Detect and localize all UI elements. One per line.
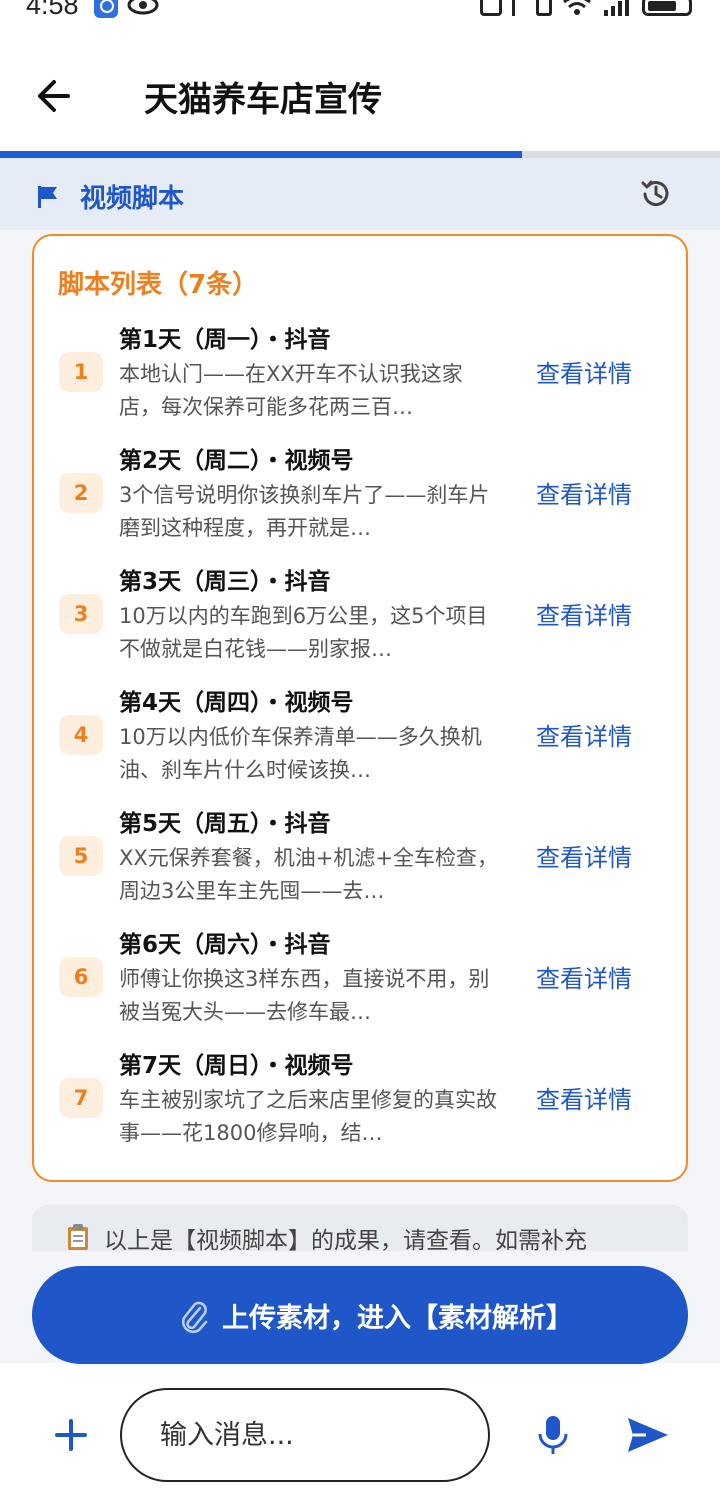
item-description: 10万以内低价车保养清单——多久换机油、刹车片什么时候该换…	[119, 725, 482, 782]
signal-icon	[604, 0, 629, 16]
vibrate-icon	[536, 0, 552, 16]
history-icon[interactable]	[638, 176, 674, 212]
clipboard-icon	[68, 1224, 88, 1250]
script-list: 1 第1天（周一）・抖音 本地认门——在XX开车不认识我这家店，每次保养可能多花…	[34, 320, 686, 1167]
item-number-badge: 2	[59, 473, 103, 513]
progress-fill	[0, 151, 522, 158]
view-details-link[interactable]: 查看详情	[536, 354, 632, 389]
paperclip-icon	[182, 1301, 208, 1334]
item-number-badge: 1	[59, 352, 103, 392]
back-arrow-icon[interactable]	[30, 70, 82, 122]
upload-button-label: 上传素材，进入【素材解析】	[222, 1303, 573, 1334]
item-heading: 第1天（周一）・抖音	[119, 327, 331, 353]
script-item: 2 第2天（周二）・视频号 3个信号说明你该换刹车片了——刹车片磨到这种程度，再…	[34, 441, 686, 562]
top-app-bar: 天猫养车店宣传	[0, 44, 720, 148]
plus-icon[interactable]	[52, 1416, 90, 1454]
item-heading: 第3天（周三）・抖音	[119, 569, 331, 595]
send-icon[interactable]	[626, 1416, 670, 1454]
item-number-badge: 4	[59, 715, 103, 755]
script-item: 3 第3天（周三）・抖音 10万以内的车跑到6万公里，这5个项目不做就是白花钱—…	[34, 562, 686, 683]
script-item: 5 第5天（周五）・抖音 XX元保养套餐，机油+机滤+全车检查，周边3公里车主先…	[34, 804, 686, 925]
item-heading: 第5天（周五）・抖音	[119, 811, 331, 837]
status-time: 4:58	[26, 0, 79, 20]
flag-icon	[38, 186, 57, 208]
wifi-icon	[563, 0, 591, 15]
page-title: 天猫养车店宣传	[144, 80, 382, 120]
item-heading: 第6天（周六）・抖音	[119, 932, 331, 958]
progress-bar	[0, 151, 720, 158]
item-description: 10万以内的车跑到6万公里，这5个项目不做就是白花钱——别家报…	[119, 604, 488, 661]
view-details-link[interactable]: 查看详情	[536, 475, 632, 510]
script-item: 1 第1天（周一）・抖音 本地认门——在XX开车不认识我这家店，每次保养可能多花…	[34, 320, 686, 441]
item-description: XX元保养套餐，机油+机滤+全车检查，周边3公里车主先囤——去…	[119, 846, 498, 903]
item-description: 师傅让你换这3样东西，直接说不用，别被当冤大头——去修车最…	[119, 967, 490, 1024]
view-details-link[interactable]: 查看详情	[536, 1080, 632, 1115]
item-number-badge: 3	[59, 594, 103, 634]
battery-icon	[642, 0, 692, 16]
microphone-icon[interactable]	[536, 1414, 570, 1456]
item-heading: 第7天（周日）・视频号	[119, 1053, 354, 1079]
nfc-icon	[480, 0, 502, 16]
note-text: 以上是【视频脚本】的成果，请查看。如需补充	[104, 1228, 587, 1251]
view-details-link[interactable]: 查看详情	[536, 596, 632, 631]
item-heading: 第4天（周四）・视频号	[119, 690, 354, 716]
result-note-bubble: 以上是【视频脚本】的成果，请查看。如需补充	[32, 1205, 688, 1251]
app-notification-icon	[94, 0, 118, 18]
eye-icon	[127, 0, 159, 15]
app-screen: 4:58 天猫养车店宣传 视频脚本 脚本列表（7条） 1 第1天（周一）・抖音 …	[0, 0, 720, 1503]
view-details-link[interactable]: 查看详情	[536, 838, 632, 873]
item-description: 3个信号说明你该换刹车片了——刹车片磨到这种程度，再开就是…	[119, 483, 490, 540]
item-description: 车主被别家坑了之后来店里修复的真实故事——花1800修异响，结…	[119, 1088, 497, 1145]
upload-material-button[interactable]: 上传素材，进入【素材解析】	[32, 1266, 688, 1364]
script-list-card: 脚本列表（7条） 1 第1天（周一）・抖音 本地认门——在XX开车不认识我这家店…	[32, 234, 688, 1182]
script-item: 4 第4天（周四）・视频号 10万以内低价车保养清单——多久换机油、刹车片什么时…	[34, 683, 686, 804]
item-number-badge: 6	[59, 957, 103, 997]
view-details-link[interactable]: 查看详情	[536, 717, 632, 752]
section-header: 视频脚本	[0, 158, 720, 230]
item-number-badge: 5	[59, 836, 103, 876]
status-indicators	[480, 0, 692, 18]
item-description: 本地认门——在XX开车不认识我这家店，每次保养可能多花两三百…	[119, 362, 463, 419]
bluetooth-icon	[512, 0, 526, 16]
message-input[interactable]	[120, 1388, 490, 1482]
message-input-bar	[0, 1364, 720, 1503]
section-title: 视频脚本	[80, 184, 185, 214]
status-bar: 4:58	[0, 0, 720, 22]
card-title: 脚本列表（7条）	[58, 270, 259, 300]
view-details-link[interactable]: 查看详情	[536, 959, 632, 994]
script-item: 6 第6天（周六）・抖音 师傅让你换这3样东西，直接说不用，别被当冤大头——去修…	[34, 925, 686, 1046]
item-heading: 第2天（周二）・视频号	[119, 448, 354, 474]
script-item: 7 第7天（周日）・视频号 车主被别家坑了之后来店里修复的真实故事——花1800…	[34, 1046, 686, 1167]
item-number-badge: 7	[59, 1078, 103, 1118]
